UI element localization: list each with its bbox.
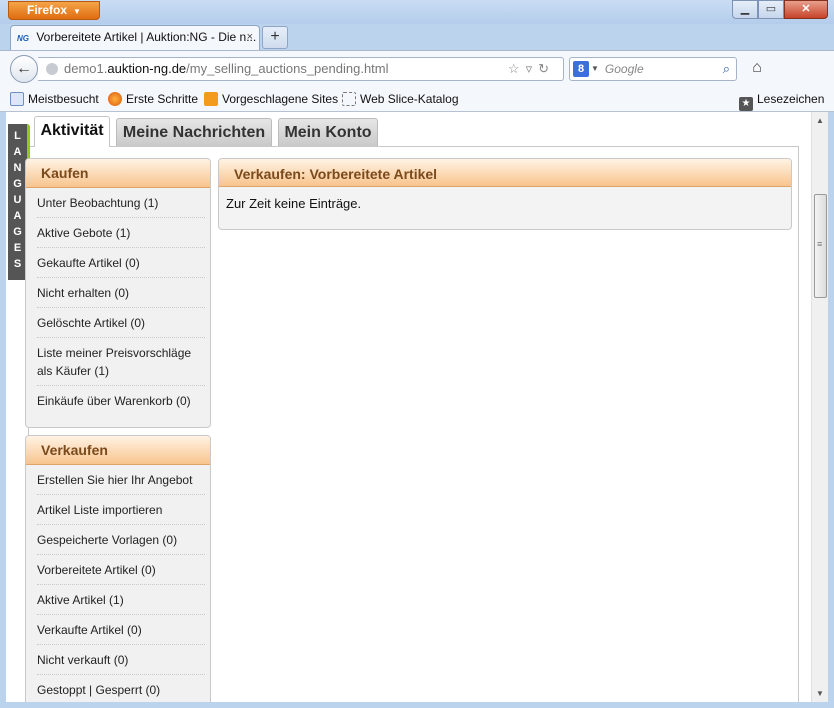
kaufen-panel: Kaufen Unter Beobachtung (1) Aktive Gebo… <box>25 158 211 428</box>
bookmark-meistbesucht[interactable]: Meistbesucht <box>10 91 99 107</box>
scrollbar-thumb[interactable] <box>814 194 827 298</box>
window-titlebar: Firefox ▼ ▁ ▭ ✕ <box>0 0 834 24</box>
verkaufen-link-aktive-artikel[interactable]: Aktive Artikel (1) <box>37 585 205 615</box>
firefox-menu-label: Firefox <box>27 3 68 17</box>
search-icon[interactable]: ⌕ <box>723 58 730 80</box>
new-tab-button[interactable]: + <box>262 26 288 49</box>
url-action-icons: ☆▿↻ <box>508 58 555 80</box>
tab-baseline <box>28 146 798 147</box>
verkaufen-link-nicht-verkauft[interactable]: Nicht verkauft (0) <box>37 645 205 675</box>
languages-letter: A <box>13 146 22 158</box>
chevron-down-icon[interactable]: ▼ <box>591 64 599 73</box>
kaufen-link-warenkorb[interactable]: Einkäufe über Warenkorb (0) <box>37 386 205 415</box>
kaufen-link-unter-beobachtung[interactable]: Unter Beobachtung (1) <box>37 188 205 218</box>
maximize-button[interactable]: ▭ <box>758 0 784 19</box>
site-favicon-icon: NG <box>17 34 29 43</box>
bookmark-label: Erste Schritte <box>126 92 199 106</box>
tab-meine-nachrichten[interactable]: Meine Nachrichten <box>116 118 272 146</box>
star-icon: ★ <box>739 97 753 111</box>
firefox-icon <box>108 92 122 106</box>
search-bar[interactable]: 8 ▼ Google ⌕ <box>569 57 737 81</box>
window-controls: ▁ ▭ ✕ <box>732 0 828 19</box>
url-path: /my_selling_auctions_pending.html <box>186 61 389 76</box>
window-bottom-border <box>0 702 834 708</box>
verkaufen-panel: Verkaufen Erstellen Sie hier Ihr Angebot… <box>25 435 211 708</box>
bookmark-vorgeschlagene-sites[interactable]: Vorgeschlagene Sites <box>204 91 338 107</box>
bookmark-label: Web Slice-Katalog <box>360 92 459 106</box>
main-content-panel: Verkaufen: Vorbereitete Artikel Zur Zeit… <box>218 158 792 230</box>
browser-tab[interactable]: NG Vorbereitete Artikel | Auktion:NG - D… <box>10 25 260 50</box>
kaufen-link-nicht-erhalten[interactable]: Nicht erhalten (0) <box>37 278 205 308</box>
minimize-button[interactable]: ▁ <box>732 0 758 19</box>
address-bar[interactable]: demo1.auktion-ng.de/my_selling_auctions_… <box>38 57 564 81</box>
scroll-up-icon[interactable]: ▲ <box>812 112 828 129</box>
lightbulb-icon <box>204 92 218 106</box>
bookmark-erste-schritte[interactable]: Erste Schritte <box>108 91 198 107</box>
home-icon: ⌂ <box>752 59 762 76</box>
tab-strip: NG Vorbereitete Artikel | Auktion:NG - D… <box>0 24 834 50</box>
google-icon[interactable]: 8 <box>573 61 589 77</box>
close-window-button[interactable]: ✕ <box>784 0 828 19</box>
main-panel-title: Verkaufen: Vorbereitete Artikel <box>219 159 791 187</box>
browser-tab-title: Vorbereitete Artikel | Auktion:NG - Die … <box>36 30 257 44</box>
bookmark-label: Meistbesucht <box>28 92 99 106</box>
tab-mein-konto[interactable]: Mein Konto <box>278 118 378 146</box>
scroll-down-icon[interactable]: ▼ <box>812 685 828 702</box>
bookmark-label: Vorgeschlagene Sites <box>222 92 339 106</box>
star-bookmark-icon[interactable]: ☆ <box>508 61 526 76</box>
dropdown-history-icon[interactable]: ▿ <box>526 61 539 76</box>
chevron-down-icon: ▼ <box>73 7 81 16</box>
languages-letter: L <box>14 130 21 142</box>
verkaufen-link-gespeicherte-vorlagen[interactable]: Gespeicherte Vorlagen (0) <box>37 525 205 555</box>
home-button[interactable]: ⌂ <box>746 59 768 79</box>
kaufen-link-aktive-gebote[interactable]: Aktive Gebote (1) <box>37 218 205 248</box>
kaufen-panel-title: Kaufen <box>26 159 210 188</box>
verkaufen-link-gestoppt-gesperrt[interactable]: Gestoppt | Gesperrt (0) <box>37 675 205 704</box>
vertical-scrollbar[interactable]: ▲ ▼ <box>811 112 828 702</box>
bookmark-web-slice-katalog[interactable]: Web Slice-Katalog <box>342 91 459 107</box>
verkaufen-link-verkaufte-artikel[interactable]: Verkaufte Artikel (0) <box>37 615 205 645</box>
verkaufen-link-vorbereitete-artikel[interactable]: Vorbereitete Artikel (0) <box>37 555 205 585</box>
kaufen-link-preisvorschlaege[interactable]: Liste meiner Preisvorschläge als Käufer … <box>37 338 205 386</box>
bookmarks-menu-button[interactable]: ★ Lesezeichen <box>739 91 825 111</box>
back-button[interactable]: ← <box>10 55 38 83</box>
url-domain: auktion-ng.de <box>107 61 187 76</box>
empty-state-message: Zur Zeit keine Einträge. <box>226 196 362 211</box>
back-arrow-icon: ← <box>16 60 32 77</box>
reload-icon[interactable]: ↻ <box>538 61 555 76</box>
globe-icon <box>46 63 58 75</box>
verkaufen-link-angebot-erstellen[interactable]: Erstellen Sie hier Ihr Angebot <box>37 465 205 495</box>
firefox-menu-button[interactable]: Firefox ▼ <box>8 1 100 20</box>
close-tab-icon[interactable]: × <box>247 26 253 49</box>
search-placeholder: Google <box>604 62 644 76</box>
verkaufen-link-liste-importieren[interactable]: Artikel Liste importieren <box>37 495 205 525</box>
bookmarks-menu-label: Lesezeichen <box>757 92 825 106</box>
kaufen-link-geloeschte-artikel[interactable]: Gelöschte Artikel (0) <box>37 308 205 338</box>
navigation-bar: demo1.auktion-ng.de/my_selling_auctions_… <box>0 50 834 86</box>
kaufen-link-gekaufte-artikel[interactable]: Gekaufte Artikel (0) <box>37 248 205 278</box>
url-prefix: demo1. <box>64 61 108 76</box>
web-slice-icon <box>342 92 356 106</box>
bookmarks-toolbar: Meistbesucht Erste Schritte Vorgeschlage… <box>0 86 834 112</box>
tab-aktivitaet[interactable]: Aktivität <box>34 116 110 147</box>
folder-icon <box>10 92 24 106</box>
verkaufen-panel-title: Verkaufen <box>26 436 210 465</box>
